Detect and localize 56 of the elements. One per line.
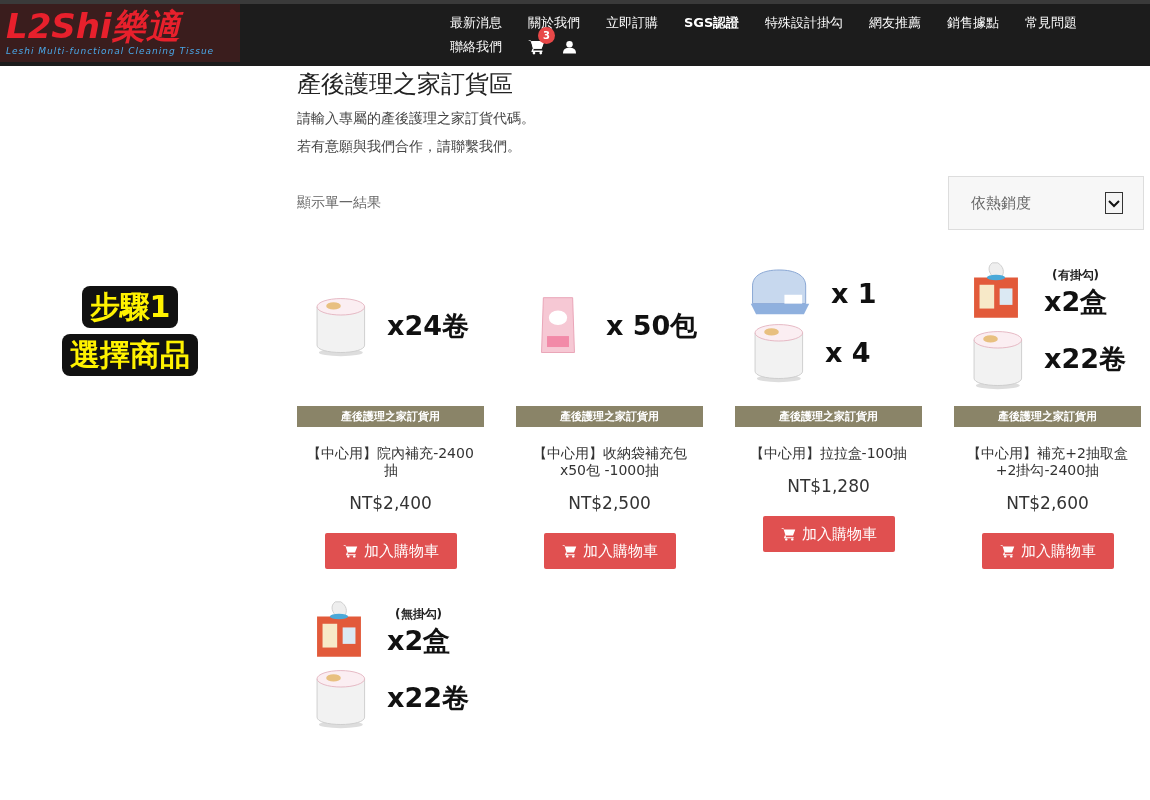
nav-link[interactable]: SGS認證: [684, 12, 740, 34]
product-price: NT$1,280: [787, 476, 870, 496]
product-note: (無掛勾): [395, 605, 443, 623]
add-to-cart-button[interactable]: 加入購物車: [324, 533, 457, 569]
user-icon[interactable]: [563, 40, 576, 54]
caret-icon: [1105, 192, 1123, 214]
nav-link[interactable]: 立即訂購: [606, 12, 658, 34]
nav-link[interactable]: 銷售據點: [947, 12, 1000, 34]
product-quantity: x2盒: [1044, 284, 1108, 319]
logo-text: L2Shi樂適: [6, 6, 234, 46]
product-tag: 產後護理之家訂貨用: [516, 406, 703, 427]
nav-link[interactable]: 特殊設計掛勾: [765, 12, 844, 34]
intro-text: 請輸入專屬的產後護理之家訂貨代碼。: [297, 109, 536, 128]
add-to-cart-button[interactable]: 加入購物車: [981, 533, 1114, 569]
product-image[interactable]: (無掛勾) x2盒 x22卷: [297, 585, 484, 745]
add-to-cart-button[interactable]: 加入購物車: [543, 533, 676, 569]
product-name[interactable]: 【中心用】拉拉盒-100抽: [745, 445, 912, 462]
product-name[interactable]: 【中心用】收納袋補充包x50包 -1000抽: [516, 445, 703, 479]
product-tag: 產後護理之家訂貨用: [297, 406, 484, 427]
nav-link[interactable]: 最新消息: [450, 12, 502, 34]
product-image[interactable]: x 1 x 4: [735, 246, 922, 406]
result-count: 顯示單一結果: [297, 194, 381, 212]
product-price: NT$2,400: [349, 493, 432, 513]
page-title: 產後護理之家訂貨區: [297, 69, 514, 100]
product-tag: 產後護理之家訂貨用: [954, 406, 1141, 427]
product-quantity: x22卷: [1044, 342, 1126, 376]
nav-link[interactable]: 網友推薦: [869, 12, 922, 34]
intro-text: 若有意願與我們合作，請聯繫我們。: [297, 137, 522, 156]
product-quantity: x24卷: [387, 309, 469, 343]
product-price: NT$2,500: [568, 493, 651, 513]
sort-dropdown[interactable]: 依熱銷度: [948, 176, 1144, 230]
product-quantity: x22卷: [387, 681, 469, 715]
product-note: (有掛勾): [1052, 266, 1100, 284]
product-name[interactable]: 【中心用】院內補充-2400抽: [297, 445, 484, 479]
product-quantity: x2盒: [387, 623, 451, 658]
cart-icon[interactable]: [528, 39, 545, 55]
product-price: NT$2,600: [1006, 493, 1089, 513]
add-to-cart-button[interactable]: 加入購物車: [762, 516, 895, 552]
product-image[interactable]: (有掛勾) x2盒 x22卷: [954, 246, 1141, 406]
product-image[interactable]: x 50包: [516, 246, 703, 406]
product-quantity: x 1: [831, 277, 877, 309]
product-image[interactable]: x24卷: [297, 246, 484, 406]
cart-icon: [342, 544, 358, 558]
step-label: 步驟1: [81, 286, 179, 328]
step-label: 選擇商品: [62, 334, 198, 376]
nav-link[interactable]: 常見問題: [1025, 12, 1078, 34]
logo[interactable]: L2Shi樂適 Leshi Multi-functional Cleaning Tissue: [0, 4, 240, 62]
logo-tagline: Leshi Multi-functional Cleaning Tissue: [6, 46, 216, 56]
product-tag: 產後護理之家訂貨用: [735, 406, 922, 427]
cart-icon: [780, 527, 796, 541]
product-name[interactable]: 【中心用】補充+2抽取盒+2掛勾-2400抽: [954, 445, 1141, 479]
cart-icon: [561, 544, 577, 558]
cart-icon: [999, 544, 1015, 558]
product-quantity: x 4: [825, 336, 871, 368]
product-quantity: x 50包: [606, 309, 698, 343]
nav-link[interactable]: 聯絡我們: [450, 36, 502, 58]
